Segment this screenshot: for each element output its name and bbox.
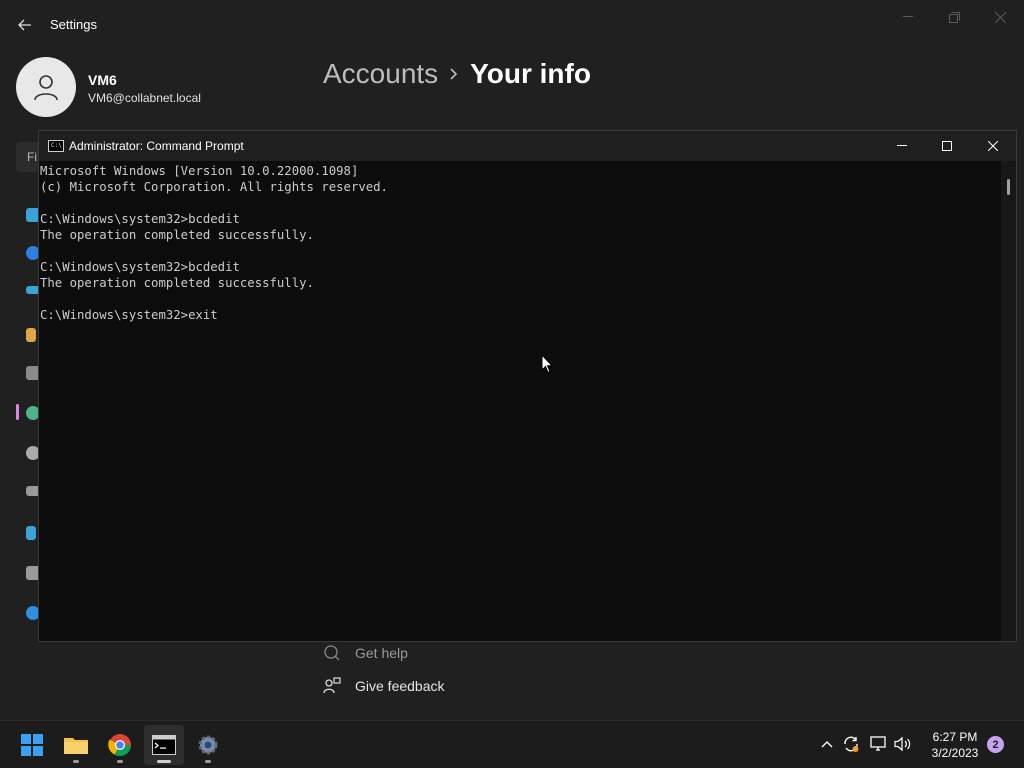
command-prompt-taskbar-button[interactable] [144, 725, 184, 765]
user-icon [34, 75, 58, 101]
folder-icon [64, 738, 88, 754]
taskbar-clock[interactable]: 6:27 PM 3/2/2023 [920, 729, 990, 761]
cmd-output-line: C:\Windows\system32>bcdedit [40, 260, 240, 274]
windows-logo-icon [21, 734, 43, 756]
restore-icon [948, 11, 960, 23]
breadcrumb: Accounts Your info [323, 58, 591, 90]
network-status-button[interactable] [870, 735, 888, 753]
cmd-output-line [40, 243, 1001, 259]
feedback-icon [323, 677, 341, 694]
breadcrumb-accounts[interactable]: Accounts [323, 58, 438, 90]
cmd-output-line: C:\Windows\system32>exit [40, 308, 218, 322]
cmd-output-line: Microsoft Windows [Version 10.0.22000.10… [40, 164, 359, 178]
settings-title: Settings [50, 17, 97, 32]
show-hidden-icons-button[interactable] [818, 735, 836, 753]
mouse-pointer-icon [541, 354, 553, 374]
terminal-icon [152, 735, 176, 755]
speaker-icon [894, 736, 911, 752]
cmd-window-title: Administrator: Command Prompt [69, 139, 244, 153]
cmd-scrollbar[interactable] [1001, 161, 1016, 641]
clock-date: 3/2/2023 [931, 746, 979, 760]
chrome-button[interactable] [100, 725, 140, 765]
help-icon [324, 645, 340, 661]
volume-button[interactable] [894, 735, 912, 753]
cmd-output-line [40, 291, 1001, 307]
settings-minimize-button[interactable] [893, 8, 923, 26]
sync-icon [844, 736, 859, 752]
accessibility-icon[interactable] [26, 526, 36, 540]
cmd-close-button[interactable] [970, 131, 1016, 161]
page-title: Your info [470, 58, 591, 89]
chrome-icon [108, 734, 131, 756]
start-button[interactable] [12, 725, 52, 765]
chevron-right-icon [450, 68, 458, 80]
minimize-icon [903, 16, 913, 17]
cmd-minimize-button[interactable] [879, 131, 925, 161]
close-icon [994, 11, 1006, 23]
maximize-icon [942, 141, 952, 151]
settings-titlebar: Settings [0, 0, 1024, 48]
clock-time: 6:27 PM [932, 730, 978, 744]
settings-close-button[interactable] [985, 8, 1015, 26]
command-prompt-window[interactable]: C:\ Administrator: Command Prompt Micros… [38, 130, 1017, 642]
get-help-link[interactable]: Get help [323, 642, 408, 664]
notification-badge[interactable]: 2 [987, 736, 1004, 753]
network-icon [870, 736, 886, 751]
give-feedback-label: Give feedback [355, 678, 445, 694]
cmd-output-line: (c) Microsoft Corporation. All rights re… [40, 180, 388, 194]
cmd-titlebar[interactable]: C:\ Administrator: Command Prompt [39, 131, 1016, 161]
back-arrow-icon [18, 19, 31, 31]
settings-restore-button[interactable] [939, 8, 969, 26]
minimize-icon [897, 145, 907, 146]
file-explorer-button[interactable] [56, 725, 96, 765]
close-icon [988, 141, 998, 151]
sidebar-selection-indicator [16, 404, 19, 420]
cmd-scrollbar-thumb[interactable] [1007, 179, 1010, 195]
give-feedback-link[interactable]: Give feedback [323, 675, 445, 697]
cmd-output-line: The operation completed successfully. [40, 276, 314, 290]
get-help-label: Get help [355, 645, 408, 661]
cmd-console-output[interactable]: Microsoft Windows [Version 10.0.22000.10… [39, 161, 1001, 641]
gear-icon [198, 735, 218, 755]
back-button[interactable] [14, 14, 36, 36]
sync-status-button[interactable] [842, 735, 860, 753]
avatar[interactable] [16, 57, 76, 117]
cmd-output-line: The operation completed successfully. [40, 228, 314, 242]
chevron-up-icon [821, 741, 833, 748]
settings-taskbar-button[interactable] [188, 725, 228, 765]
cmd-output-line: C:\Windows\system32>bcdedit [40, 212, 240, 226]
profile-email: VM6@collabnet.local [88, 91, 201, 105]
personalization-icon[interactable] [26, 328, 36, 342]
cmd-maximize-button[interactable] [924, 131, 970, 161]
profile-name: VM6 [88, 72, 117, 88]
terminal-icon: C:\ [48, 140, 64, 152]
taskbar: 6:27 PM 3/2/2023 2 [0, 720, 1024, 768]
cmd-output-line [40, 195, 1001, 211]
